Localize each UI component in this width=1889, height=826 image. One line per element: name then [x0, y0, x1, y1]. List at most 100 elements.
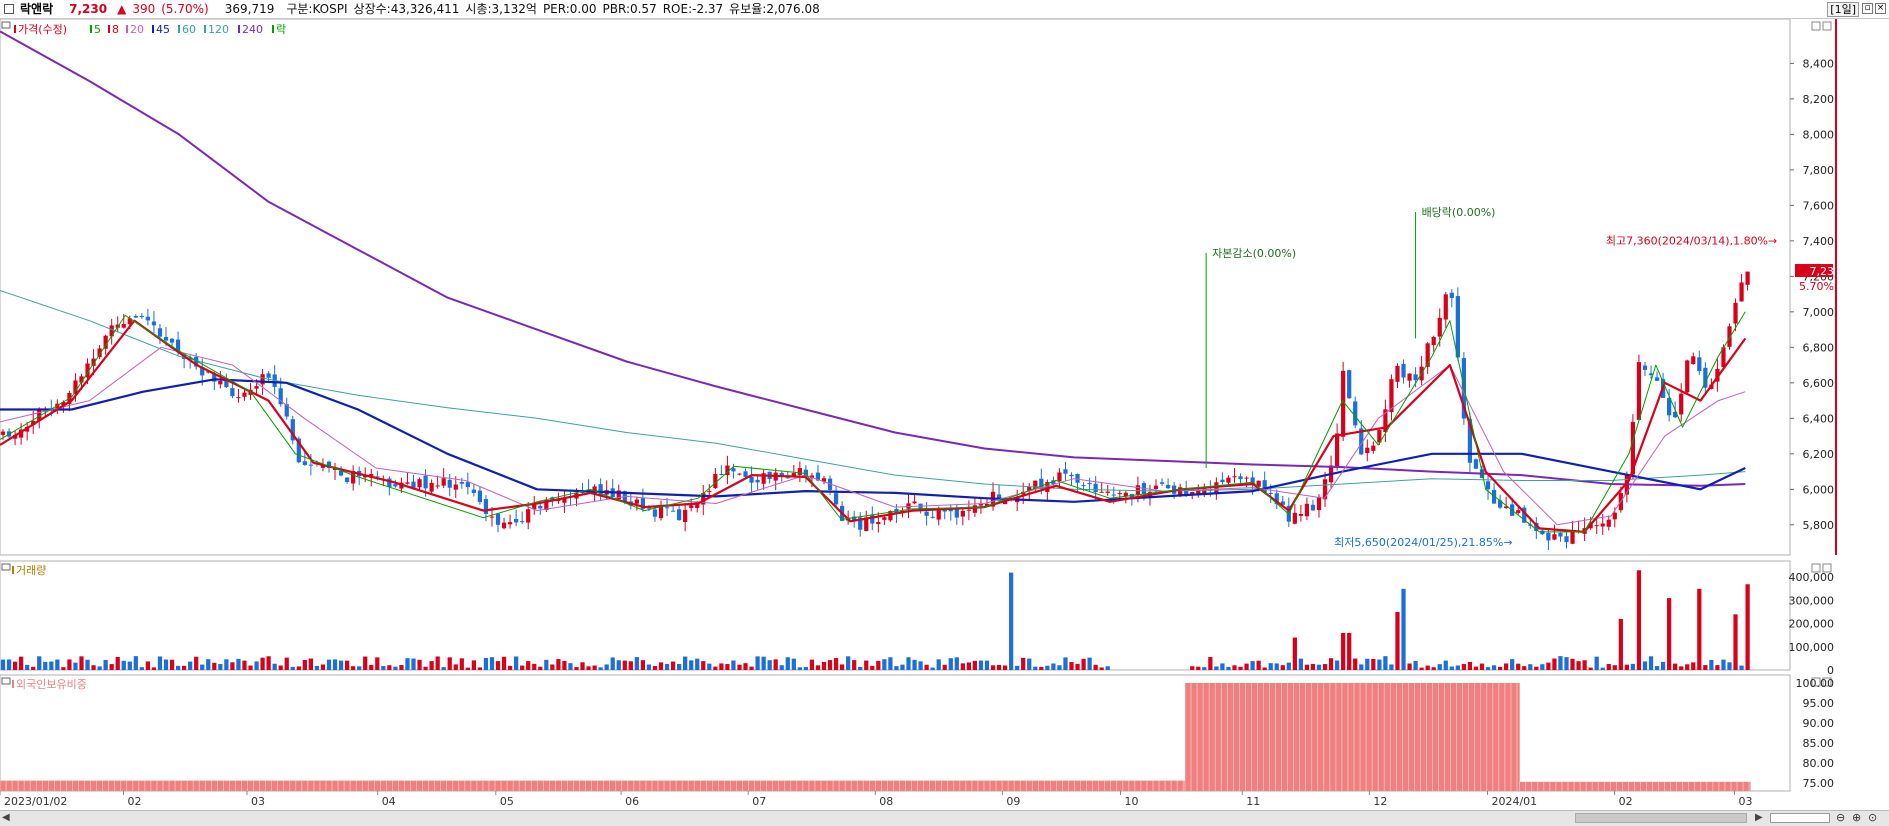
- volume-bar[interactable]: [1733, 614, 1738, 670]
- candle-body[interactable]: [459, 482, 464, 484]
- candle-body[interactable]: [1334, 433, 1340, 467]
- candle-body[interactable]: [483, 499, 489, 514]
- candle-body[interactable]: [1105, 491, 1110, 493]
- volume-bar[interactable]: [417, 659, 422, 670]
- candle-body[interactable]: [1238, 476, 1243, 480]
- volume-bar[interactable]: [833, 658, 839, 670]
- volume-bar[interactable]: [906, 657, 911, 670]
- volume-bar[interactable]: [278, 665, 283, 670]
- candle-body[interactable]: [1371, 445, 1376, 451]
- volume-bar[interactable]: [1654, 666, 1660, 670]
- volume-bar[interactable]: [1413, 661, 1418, 670]
- volume-bar[interactable]: [1232, 665, 1237, 670]
- volume-bar[interactable]: [85, 659, 90, 670]
- volume-bar[interactable]: [1691, 662, 1696, 670]
- candle-body[interactable]: [1437, 317, 1442, 337]
- candle-body[interactable]: [145, 316, 151, 321]
- candle-body[interactable]: [1485, 481, 1491, 490]
- volume-bar[interactable]: [767, 660, 772, 670]
- volume-bar[interactable]: [1274, 663, 1279, 670]
- volume-bar[interactable]: [1721, 659, 1726, 670]
- candle-body[interactable]: [163, 337, 169, 341]
- volume-bar[interactable]: [483, 657, 489, 670]
- volume-bar[interactable]: [1365, 658, 1370, 670]
- volume-bar[interactable]: [1401, 588, 1406, 670]
- candle-body[interactable]: [936, 509, 941, 520]
- volume-bar[interactable]: [827, 660, 833, 670]
- volume-bar[interactable]: [568, 663, 573, 670]
- volume-bar[interactable]: [864, 660, 869, 670]
- volume-bar[interactable]: [236, 658, 241, 670]
- volume-bar[interactable]: [1552, 658, 1557, 670]
- candle-body[interactable]: [1733, 302, 1738, 324]
- candle-body[interactable]: [477, 490, 483, 503]
- volume-bar[interactable]: [1389, 664, 1394, 670]
- candle-body[interactable]: [1292, 512, 1297, 524]
- volume-bar[interactable]: [1015, 665, 1020, 670]
- restore-window-icon[interactable]: ▫: [1862, 3, 1873, 14]
- volume-bar[interactable]: [363, 656, 368, 670]
- volume-bar[interactable]: [731, 660, 736, 670]
- volume-bar[interactable]: [0, 659, 6, 670]
- volume-bar[interactable]: [1280, 665, 1285, 670]
- volume-bar[interactable]: [1473, 666, 1479, 670]
- volume-bar[interactable]: [737, 664, 742, 670]
- volume-bar[interactable]: [677, 664, 682, 670]
- volume-bar[interactable]: [966, 662, 971, 670]
- candle-body[interactable]: [924, 511, 929, 516]
- volume-bar[interactable]: [1467, 661, 1473, 670]
- candle-body[interactable]: [1353, 401, 1358, 426]
- volume-bar[interactable]: [1057, 665, 1062, 670]
- volume-bar[interactable]: [1516, 663, 1521, 670]
- candle-body[interactable]: [1654, 377, 1660, 381]
- candle-body[interactable]: [393, 484, 398, 487]
- candle-body[interactable]: [435, 485, 440, 487]
- candle-body[interactable]: [1310, 504, 1316, 511]
- volume-bar[interactable]: [1395, 612, 1400, 670]
- volume-bar[interactable]: [1431, 667, 1436, 670]
- volume-bar[interactable]: [538, 666, 543, 670]
- candle-body[interactable]: [1322, 479, 1328, 500]
- candle-body[interactable]: [447, 479, 452, 488]
- candle-body[interactable]: [1111, 494, 1116, 496]
- volume-bar[interactable]: [912, 659, 917, 670]
- volume-bar[interactable]: [1679, 666, 1684, 670]
- candle-body[interactable]: [743, 471, 748, 477]
- volume-bar[interactable]: [1069, 662, 1074, 670]
- volume-bar[interactable]: [719, 663, 724, 670]
- volume-bar[interactable]: [55, 659, 60, 670]
- volume-bar[interactable]: [743, 663, 748, 670]
- select-checkbox[interactable]: [4, 4, 14, 14]
- volume-bar[interactable]: [1039, 666, 1044, 670]
- volume-bar[interactable]: [1033, 666, 1038, 670]
- volume-bar[interactable]: [1208, 657, 1213, 670]
- volume-bar[interactable]: [852, 660, 857, 670]
- volume-bar[interactable]: [320, 664, 326, 670]
- volume-bar[interactable]: [332, 659, 338, 670]
- candle-body[interactable]: [1365, 447, 1370, 454]
- volume-bar[interactable]: [1063, 657, 1068, 670]
- volume-bar[interactable]: [1479, 663, 1485, 670]
- volume-bar[interactable]: [139, 667, 144, 670]
- volume-bar[interactable]: [839, 664, 845, 670]
- volume-bar[interactable]: [1685, 664, 1690, 670]
- volume-bar[interactable]: [1582, 660, 1587, 670]
- volume-bar[interactable]: [405, 658, 410, 670]
- candle-body[interactable]: [870, 514, 875, 524]
- period-selector[interactable]: [1일]: [1827, 2, 1859, 17]
- volume-bar[interactable]: [791, 658, 796, 670]
- volume-bar[interactable]: [218, 664, 223, 670]
- volume-bar[interactable]: [175, 665, 181, 670]
- volume-bar[interactable]: [1045, 665, 1050, 670]
- volume-bar[interactable]: [1570, 658, 1575, 670]
- volume-bar[interactable]: [1612, 665, 1617, 670]
- volume-bar[interactable]: [423, 666, 428, 670]
- candle-body[interactable]: [501, 522, 507, 529]
- volume-bar[interactable]: [1316, 664, 1322, 670]
- candle-body[interactable]: [755, 479, 760, 483]
- volume-bar[interactable]: [1075, 663, 1080, 670]
- volume-bar[interactable]: [194, 656, 199, 670]
- candle-body[interactable]: [121, 324, 126, 328]
- volume-bar[interactable]: [25, 664, 30, 670]
- candle-body[interactable]: [526, 509, 531, 523]
